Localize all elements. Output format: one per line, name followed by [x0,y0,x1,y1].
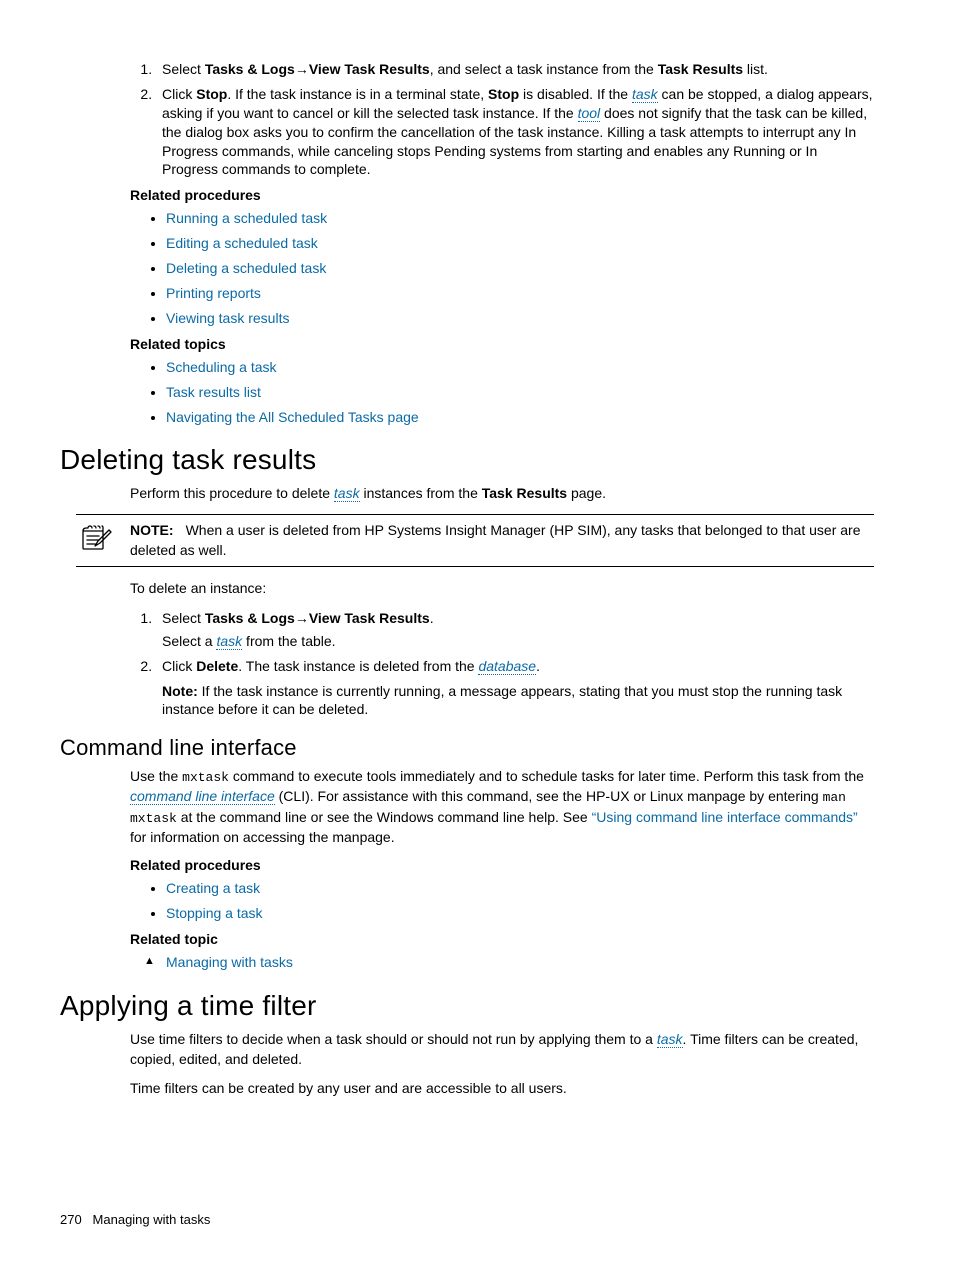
navigating-scheduled-tasks-link[interactable]: Navigating the All Scheduled Tasks page [166,409,419,425]
text: page. [567,485,606,501]
list-item: Viewing task results [166,309,874,328]
related-topic-heading: Related topic [130,931,874,947]
task-link[interactable]: task [334,485,360,502]
list-item: Navigating the All Scheduled Tasks page [166,408,874,427]
menu-path-2: View Task Results [309,610,430,626]
page-number: 270 [60,1212,82,1227]
related-topics-heading: Related topics [130,336,874,352]
menu-path-2: View Task Results [309,61,430,77]
note-text: NOTE:When a user is deleted from HP Syst… [130,521,874,560]
time-filter-p1: Use time filters to decide when a task s… [130,1030,874,1069]
deleting-task-results-heading: Deleting task results [60,444,874,476]
deleting-intro: Perform this procedure to delete task in… [130,484,874,504]
viewing-task-results-link[interactable]: Viewing task results [166,310,289,326]
tool-link[interactable]: tool [578,105,601,122]
text: , and select a task instance from the [430,61,658,77]
menu-path-1: Tasks & Logs [205,61,295,77]
database-link[interactable]: database [478,658,536,675]
page-footer: 270 Managing with tasks [60,1212,210,1227]
text: If the task instance is currently runnin… [162,683,842,718]
list-item: Scheduling a task [166,358,874,377]
text: Use time filters to decide when a task s… [130,1031,657,1047]
delete-steps: Select Tasks & Logs→View Task Results. S… [130,609,874,719]
task-results-bold: Task Results [482,485,567,501]
time-filter-p2: Time filters can be created by any user … [130,1079,874,1099]
text: is disabled. If the [519,86,632,102]
text: from the table. [242,633,335,649]
text: . [536,658,540,674]
delete-instance-intro: To delete an instance: [130,579,874,599]
text: . If the task instance is in a terminal … [227,86,488,102]
arrow: → [295,610,309,626]
note-box: NOTE:When a user is deleted from HP Syst… [76,514,874,567]
note-body: When a user is deleted from HP Systems I… [130,522,860,558]
step-2: Click Delete. The task instance is delet… [156,657,874,720]
text: for information on accessing the manpage… [130,829,395,845]
running-scheduled-task-link[interactable]: Running a scheduled task [166,210,327,226]
arrow: → [295,61,309,77]
applying-time-filter-heading: Applying a time filter [60,990,874,1022]
text: list. [743,61,768,77]
text: (CLI). For assistance with this command,… [275,788,823,804]
delete-bold: Delete [196,658,238,674]
managing-with-tasks-link[interactable]: Managing with tasks [166,954,293,970]
text: Click [162,86,196,102]
task-results-bold: Task Results [658,61,743,77]
printing-reports-link[interactable]: Printing reports [166,285,261,301]
mxtask-cmd: mxtask [182,770,229,785]
list-item: Deleting a scheduled task [166,259,874,278]
related-procedures-heading: Related procedures [130,187,874,203]
footer-title: Managing with tasks [93,1212,211,1227]
stopping-task-link[interactable]: Stopping a task [166,905,263,921]
task-link[interactable]: task [216,633,242,650]
stop-bold: Stop [196,86,227,102]
related-procedures-list-2: Creating a task Stopping a task [130,879,874,923]
task-link[interactable]: task [632,86,658,103]
scheduling-task-link[interactable]: Scheduling a task [166,359,277,375]
text: Click [162,658,196,674]
creating-task-link[interactable]: Creating a task [166,880,260,896]
note-label: NOTE: [130,522,174,538]
text: . [430,610,434,626]
step-2: Click Stop. If the task instance is in a… [156,85,874,179]
related-topic-list: Managing with tasks [130,953,874,972]
text: Select [162,61,205,77]
using-cli-commands-link[interactable]: “Using command line interface commands” [592,809,858,825]
stop-bold: Stop [488,86,519,102]
stop-task-steps: Select Tasks & Logs→View Task Results, a… [130,60,874,179]
note-inline-label: Note: [162,683,198,699]
task-results-list-link[interactable]: Task results list [166,384,261,400]
list-item: Creating a task [166,879,874,898]
text: at the command line or see the Windows c… [177,809,592,825]
text: Use the [130,768,182,784]
text: Select a [162,633,216,649]
related-topics-list: Scheduling a task Task results list Navi… [130,358,874,427]
related-procedures-list: Running a scheduled task Editing a sched… [130,209,874,327]
deleting-scheduled-task-link[interactable]: Deleting a scheduled task [166,260,326,276]
related-procedures-heading: Related procedures [130,857,874,873]
editing-scheduled-task-link[interactable]: Editing a scheduled task [166,235,318,251]
text: Perform this procedure to delete [130,485,334,501]
list-item: Editing a scheduled task [166,234,874,253]
text: Select [162,610,205,626]
list-item: Stopping a task [166,904,874,923]
text: command to execute tools immediately and… [229,768,864,784]
note-icon [76,521,116,553]
list-item: Running a scheduled task [166,209,874,228]
list-item: Managing with tasks [144,953,874,972]
command-line-interface-heading: Command line interface [60,735,874,761]
task-link[interactable]: task [657,1031,683,1048]
text: . The task instance is deleted from the [238,658,478,674]
menu-path-1: Tasks & Logs [205,610,295,626]
list-item: Task results list [166,383,874,402]
step-1: Select Tasks & Logs→View Task Results. S… [156,609,874,651]
list-item: Printing reports [166,284,874,303]
step-1: Select Tasks & Logs→View Task Results, a… [156,60,874,79]
cli-link[interactable]: command line interface [130,788,275,805]
text: instances from the [360,485,482,501]
cli-paragraph: Use the mxtask command to execute tools … [130,767,874,847]
